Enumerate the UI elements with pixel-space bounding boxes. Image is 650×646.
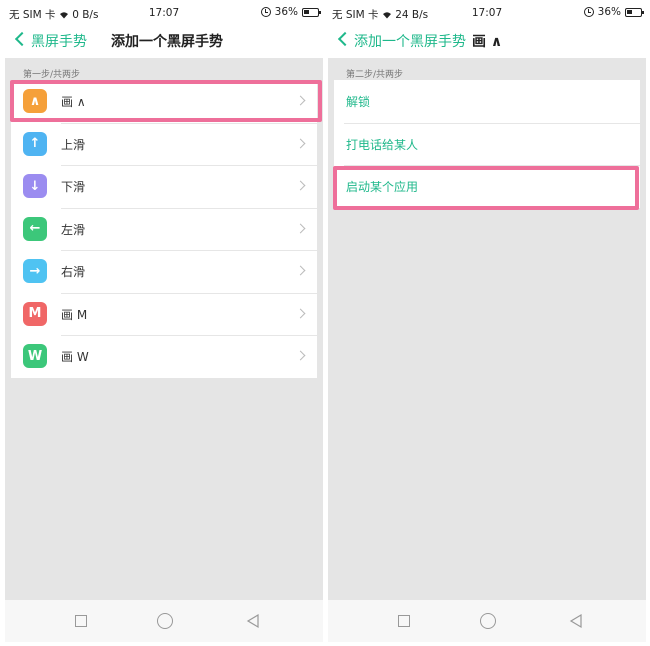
recent-apps-button[interactable]	[75, 615, 87, 627]
arrow-right-icon: →	[23, 259, 47, 283]
gesture-item-label: 画 ∧	[61, 95, 86, 109]
alarm-icon	[583, 7, 594, 17]
letter-m-icon: M	[23, 301, 47, 326]
alarm-icon	[260, 7, 271, 17]
right-screen: 无 SIM 卡 24 B/s 17:07 36% 添加一个黑屏手势 画 ∧ 第二…	[328, 0, 646, 646]
system-nav-bar	[5, 600, 323, 642]
title-bar: 添加一个黑屏手势 画 ∧	[328, 26, 646, 58]
chevron-right-icon	[295, 265, 306, 276]
arrow-up-icon: ↑	[23, 131, 47, 156]
letter-w-icon: W	[23, 344, 47, 368]
page-title: 画 ∧	[472, 34, 503, 50]
gesture-item[interactable]: ← 左滑	[11, 207, 317, 251]
gesture-list: ∧ 画 ∧ ↑ 上滑 ↓ 下滑 ← 左滑 → 右滑 M 画 M W 画 W	[11, 80, 317, 378]
gesture-item-label: 画 W	[61, 350, 89, 364]
arrow-down-icon: ↓	[23, 174, 47, 198]
chevron-right-icon	[295, 138, 306, 148]
action-item[interactable]: 启动某个应用	[334, 165, 640, 208]
gesture-item[interactable]: M画 M	[11, 292, 317, 336]
back-chevron-icon[interactable]	[337, 31, 353, 47]
system-nav-bar	[328, 600, 646, 642]
back-triangle-icon[interactable]	[568, 613, 584, 629]
action-item[interactable]: 解锁	[334, 80, 640, 123]
step-label: 第一步/共两步	[23, 70, 81, 80]
back-button[interactable]: 添加一个黑屏手势	[354, 31, 466, 51]
home-button[interactable]	[480, 613, 496, 629]
chevron-right-icon	[295, 223, 306, 233]
content-area: 第一步/共两步 ∧ 画 ∧ ↑ 上滑 ↓ 下滑 ← 左滑 → 右滑 M 画 M W 画 W	[5, 58, 323, 600]
gesture-item[interactable]: W画 W	[11, 335, 317, 378]
gesture-item-label: 下滑	[61, 180, 86, 194]
battery-percent: 36%	[274, 6, 298, 18]
back-chevron-icon[interactable]	[14, 31, 30, 47]
battery-percent: 36%	[597, 6, 621, 18]
content-area: 第二步/共两步 解锁打电话给某人 启动某个应用	[328, 58, 646, 600]
step-label: 第二步/共两步	[346, 70, 404, 80]
left-screen: 无 SIM 卡 0 B/s 17:07 36% 黑屏手势 添加一个黑屏手势 第一…	[5, 0, 323, 646]
page-title: 添加一个黑屏手势	[111, 34, 223, 50]
gesture-item-label: 右滑	[61, 265, 86, 279]
battery-icon	[302, 7, 321, 17]
gesture-item[interactable]: ↑ 上滑	[11, 122, 317, 166]
gesture-item[interactable]: ∧ 画 ∧	[11, 80, 317, 123]
status-right: 36%	[583, 6, 644, 18]
arrow-left-icon: ←	[23, 216, 47, 241]
status-right: 36%	[260, 6, 321, 18]
action-item-label: 解锁	[346, 95, 371, 109]
chevron-right-icon	[295, 180, 306, 191]
action-list: 解锁打电话给某人 启动某个应用	[334, 80, 640, 208]
gesture-item-label: 左滑	[61, 222, 86, 237]
back-button[interactable]: 黑屏手势	[31, 31, 87, 51]
action-item-label: 启动某个应用	[346, 180, 419, 194]
title-bar: 黑屏手势 添加一个黑屏手势	[5, 26, 323, 58]
caret-up-icon: ∧	[23, 89, 47, 113]
gesture-item[interactable]: ↓ 下滑	[11, 165, 317, 208]
gesture-item-label: 上滑	[61, 137, 86, 152]
chevron-right-icon	[295, 308, 306, 318]
status-bar: 无 SIM 卡 0 B/s 17:07 36%	[5, 0, 323, 26]
action-item[interactable]: 打电话给某人	[334, 122, 640, 166]
recent-apps-button[interactable]	[398, 615, 410, 627]
action-item-label: 打电话给某人	[346, 137, 419, 152]
status-bar: 无 SIM 卡 24 B/s 17:07 36%	[328, 0, 646, 26]
home-button[interactable]	[157, 613, 173, 629]
chevron-right-icon	[295, 350, 306, 361]
back-triangle-icon[interactable]	[245, 613, 261, 629]
gesture-item[interactable]: → 右滑	[11, 250, 317, 293]
battery-icon	[625, 7, 644, 17]
chevron-right-icon	[295, 95, 306, 106]
gesture-item-label: 画 M	[61, 307, 88, 322]
